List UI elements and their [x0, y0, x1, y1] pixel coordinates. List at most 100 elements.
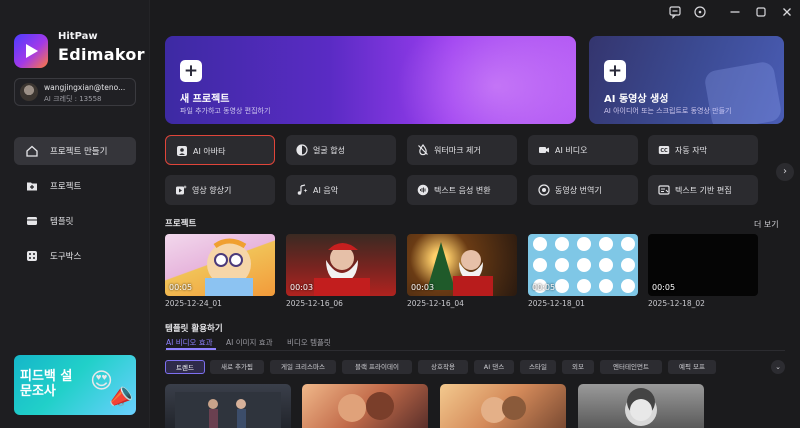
template-thumbnail[interactable]: [440, 384, 566, 428]
chip-black-friday[interactable]: 블랙 프라이데이: [342, 360, 412, 374]
chevron-right-icon[interactable]: ›: [776, 163, 794, 181]
chip-style[interactable]: 스타일: [520, 360, 556, 374]
project-thumbnail[interactable]: 00:03: [407, 234, 517, 296]
tts-icon: [417, 184, 429, 196]
tool-text-to-speech[interactable]: 텍스트 음성 변환: [407, 175, 517, 205]
sidebar-item-label: 프로젝트: [50, 182, 82, 192]
project-name: 2025-12-16_06: [286, 299, 343, 308]
tab-ai-image-effects[interactable]: AI 이미지 효과: [226, 337, 273, 348]
ai-video-generation-card[interactable]: + AI 동영상 생성 AI 아이디어 또는 스크립트로 동영상 만들기: [589, 36, 784, 124]
project-duration: 00:03: [290, 283, 314, 292]
tool-video-enhancer[interactable]: 영상 향상기: [165, 175, 275, 205]
tool-auto-subtitle[interactable]: CC 자동 자막: [648, 135, 758, 165]
project-name: 2025-12-24_01: [165, 299, 222, 308]
project-duration: 00:05: [652, 283, 676, 292]
template-thumbnail[interactable]: [302, 384, 428, 428]
brand-top: HitPaw: [58, 31, 98, 42]
chip-christmas[interactable]: 게일 크리스마스: [270, 360, 336, 374]
project-name: 2025-12-18_02: [648, 299, 705, 308]
template-icon: [27, 217, 37, 225]
text-edit-icon: [658, 185, 670, 195]
sidebar: HitPaw Edimakor wangjingxian@teno... AI …: [0, 0, 150, 428]
tool-label: 얼굴 합성: [313, 146, 345, 155]
chip-new[interactable]: 새로 추가됨: [210, 360, 264, 374]
toolbox-icon: [27, 251, 37, 261]
project-thumbnail[interactable]: 00:05: [165, 234, 275, 296]
new-project-subtitle: 파일 추가하고 동영상 편집하기: [180, 107, 271, 115]
chip-trend[interactable]: 트렌드: [165, 360, 205, 374]
project-duration: 00:05: [532, 283, 556, 292]
avatar: [20, 83, 38, 101]
new-project-title: 새 프로젝트: [180, 94, 230, 105]
folder-icon: [27, 182, 37, 191]
sidebar-item-label: 템플릿: [50, 217, 74, 227]
template-couple-image: [338, 392, 394, 422]
tool-ai-avatar[interactable]: AI 아바타: [165, 135, 275, 165]
translate-icon: [538, 184, 550, 196]
chip-epic-morph[interactable]: 예픽 모프: [668, 360, 716, 374]
chip-interaction[interactable]: 상호작용: [418, 360, 468, 374]
project-duration: 00:03: [411, 283, 435, 292]
account-card[interactable]: wangjingxian@teno... AI 크레딧 : 13558: [14, 78, 136, 106]
template-thumbnail[interactable]: [578, 384, 704, 428]
tool-label: 영상 향상기: [192, 186, 232, 195]
tool-label: 자동 자막: [675, 146, 707, 155]
chevron-down-icon[interactable]: ⌄: [771, 360, 785, 374]
templates-section-title: 템플릿 활용하기: [165, 324, 223, 334]
chip-ai-dance[interactable]: AI 댄스: [474, 360, 514, 374]
tool-label: 텍스트 음성 변환: [434, 186, 491, 195]
new-project-card[interactable]: + 새 프로젝트 파일 추가하고 동영상 편집하기: [165, 36, 576, 124]
tool-label: AI 아바타: [193, 147, 226, 156]
app-logo-icon: [14, 34, 48, 68]
home-icon: [26, 145, 38, 157]
minimize-icon[interactable]: [728, 5, 742, 19]
tab-ai-video-effects[interactable]: AI 비디오 효과: [166, 337, 213, 348]
sidebar-item-projects[interactable]: 프로젝트: [14, 172, 136, 200]
face-swap-icon: [296, 144, 308, 156]
chip-appearance[interactable]: 외모: [562, 360, 594, 374]
plus-icon: +: [604, 60, 626, 82]
ai-video-title: AI 동영상 생성: [604, 94, 669, 105]
music-icon: [297, 184, 308, 195]
template-figures-image: [175, 392, 281, 428]
promo-text: 피드백 설문조사: [20, 369, 73, 399]
chip-entertainment[interactable]: 엔터테인먼트: [600, 360, 662, 374]
enhance-icon: [176, 185, 187, 195]
project-name: 2025-12-18_01: [528, 299, 585, 308]
tool-video-translator[interactable]: 동영상 번역기: [528, 175, 638, 205]
project-thumbnail[interactable]: 00:05: [528, 234, 638, 296]
project-thumbnail[interactable]: 00:05: [648, 234, 758, 296]
sidebar-item-label: 도구박스: [50, 252, 82, 262]
account-credit: AI 크레딧 : 13558: [44, 95, 102, 103]
tabs-divider: [165, 350, 785, 351]
tool-watermark-remove[interactable]: 워터마크 제거: [407, 135, 517, 165]
tool-text-based-editing[interactable]: 텍스트 기반 편집: [648, 175, 758, 205]
projects-section-title: 프로젝트: [165, 219, 197, 229]
tool-ai-video[interactable]: AI 비디오: [528, 135, 638, 165]
tool-label: 동영상 번역기: [555, 186, 602, 195]
ai-video-icon: [539, 147, 549, 153]
see-more-link[interactable]: 더 보기: [754, 219, 779, 230]
info-icon[interactable]: [693, 5, 707, 19]
sidebar-item-toolbox[interactable]: 도구박스: [14, 242, 136, 270]
avatar-icon: [177, 146, 187, 156]
account-email: wangjingxian@teno...: [44, 83, 126, 92]
close-icon[interactable]: [780, 5, 794, 19]
project-thumbnail[interactable]: 00:03: [286, 234, 396, 296]
feedback-survey-banner[interactable]: 피드백 설문조사 😍 📣: [14, 355, 136, 415]
project-duration: 00:05: [169, 283, 193, 292]
tool-label: AI 비디오: [555, 146, 588, 155]
watermark-remove-icon: [418, 144, 428, 156]
maximize-icon[interactable]: [754, 5, 768, 19]
sidebar-item-templates[interactable]: 템플릿: [14, 207, 136, 235]
brand-name: Edimakor: [58, 45, 145, 64]
tool-ai-music[interactable]: AI 음악: [286, 175, 396, 205]
sidebar-item-create-project[interactable]: 프로젝트 만들기: [14, 137, 136, 165]
feedback-icon[interactable]: [668, 5, 682, 19]
active-tab-indicator: [166, 348, 216, 350]
ai-video-subtitle: AI 아이디어 또는 스크립트로 동영상 만들기: [604, 107, 732, 115]
tool-face-swap[interactable]: 얼굴 합성: [286, 135, 396, 165]
template-thumbnail[interactable]: [165, 384, 291, 428]
tab-video-templates[interactable]: 비디오 템플릿: [287, 337, 331, 348]
svg-text:CC: CC: [660, 148, 668, 154]
